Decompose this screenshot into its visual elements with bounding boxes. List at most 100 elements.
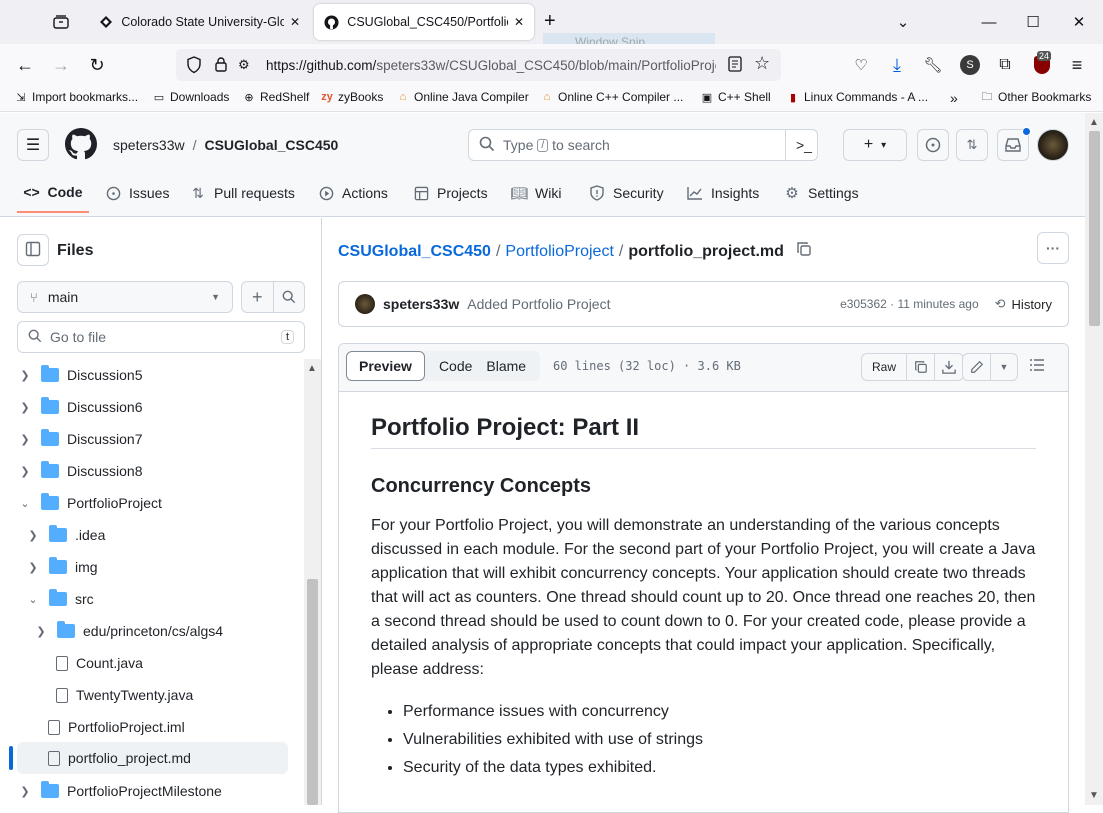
bookmark-item[interactable]: zy zyBooks [320, 90, 383, 104]
breadcrumb-dir-link[interactable]: PortfolioProject [505, 243, 614, 261]
scrollbar-thumb[interactable] [1089, 131, 1100, 326]
issues-icon[interactable] [917, 129, 949, 161]
permissions-icon[interactable]: ⚙ [238, 57, 250, 73]
bookmark-item[interactable]: ▮ Linux Commands - A ... [786, 90, 928, 104]
commit-message[interactable]: Added Portfolio Project [467, 296, 610, 312]
tab-wiki[interactable]: 📖︎ Wiki [510, 173, 561, 213]
tab-projects[interactable]: Projects [413, 173, 488, 213]
avatar[interactable] [1037, 129, 1069, 161]
search-input[interactable]: Type / to search >_ [468, 129, 818, 161]
reader-view-icon[interactable] [728, 56, 742, 75]
chevron-right-icon[interactable]: ❯ [17, 433, 33, 446]
owner-link[interactable]: speters33w [113, 137, 185, 153]
chevron-down-icon[interactable]: ⌄ [25, 593, 41, 606]
profile-avatar[interactable]: S [960, 55, 980, 75]
close-icon[interactable]: ✕ [508, 15, 524, 29]
chevron-right-icon[interactable]: ❯ [25, 561, 41, 574]
tab-settings[interactable]: ⚙ Settings [784, 173, 858, 213]
url-text[interactable]: https://github.com/speters33w/CSUGlobal_… [266, 58, 716, 73]
page-scrollbar[interactable]: ▲ ▼ [1085, 113, 1103, 805]
url-bar[interactable]: ⚙ https://github.com/speters33w/CSUGloba… [176, 49, 781, 81]
tree-folder-discussion8[interactable]: ❯ Discussion8 [17, 455, 142, 487]
bookmark-item[interactable]: ⇲ Import bookmarks... [14, 90, 138, 104]
history-button[interactable]: ⟲ History [995, 296, 1052, 312]
bookmark-item[interactable]: ⌂ Online Java Compiler [396, 90, 529, 104]
close-window-icon[interactable]: ✕ [1056, 0, 1102, 44]
minimize-icon[interactable]: — [966, 0, 1012, 44]
tab-github-portfolio[interactable]: CSUGlobal_CSC450/PortfolioProject ✕ [314, 4, 534, 40]
create-new-button[interactable]: + ▾ [843, 129, 907, 161]
add-file-button[interactable]: + [242, 282, 274, 312]
branch-selector[interactable]: ⑂ main ▼ [17, 281, 233, 313]
back-icon[interactable]: ← [10, 50, 40, 80]
scroll-up-icon[interactable]: ▲ [1089, 117, 1099, 128]
go-to-file-input[interactable]: Go to file t [17, 321, 305, 353]
pull-requests-icon[interactable]: ⇅ [956, 129, 988, 161]
sidebar-scrollbar[interactable]: ▲ [304, 359, 321, 805]
tab-actions[interactable]: Actions [318, 173, 388, 213]
chevron-right-icon[interactable]: ❯ [25, 529, 41, 542]
collapse-sidebar-button[interactable] [17, 234, 49, 266]
download-icon[interactable] [935, 354, 963, 380]
code-tab[interactable]: Code [425, 358, 486, 374]
chevron-down-icon[interactable]: ⌄ [17, 497, 33, 510]
list-all-tabs-icon[interactable]: ⌄ [880, 0, 926, 44]
repo-link[interactable]: CSUGlobal_CSC450 [204, 137, 338, 153]
chevron-right-icon[interactable]: ❯ [17, 785, 33, 798]
tree-file-count-java[interactable]: Count.java [46, 647, 143, 679]
caret-down-icon[interactable]: ▼ [991, 354, 1017, 380]
tree-folder-idea[interactable]: ❯ .idea [25, 519, 105, 551]
avatar[interactable] [355, 294, 375, 314]
new-tab-button[interactable]: + [544, 10, 556, 33]
copy-raw-icon[interactable] [907, 354, 936, 380]
tree-folder-img[interactable]: ❯ img [25, 551, 98, 583]
scrollbar-thumb[interactable] [307, 579, 318, 805]
scroll-up-icon[interactable]: ▲ [307, 363, 317, 374]
tab-pull-requests[interactable]: ⇅ Pull requests [190, 173, 295, 213]
bookmark-item[interactable]: ⌂ Online C++ Compiler ... [540, 90, 684, 104]
breadcrumb-repo-link[interactable]: CSUGlobal_CSC450 [338, 243, 491, 261]
raw-button[interactable]: Raw [862, 354, 908, 380]
edit-pencil-icon[interactable] [963, 354, 991, 380]
blame-tab[interactable]: Blame [486, 358, 540, 374]
tree-folder-algs4[interactable]: ❯ edu/princeton/cs/algs4 [33, 615, 223, 647]
maximize-icon[interactable]: ☐ [1010, 0, 1056, 44]
pocket-icon[interactable]: ♡ [846, 50, 876, 80]
tree-file-twentytwenty-java[interactable]: TwentyTwenty.java [46, 679, 193, 711]
shield-icon[interactable] [186, 56, 202, 77]
tree-file-portfolioproject-iml[interactable]: PortfolioProject.iml [38, 711, 185, 743]
outline-list-icon[interactable] [1029, 357, 1045, 376]
scroll-down-icon[interactable]: ▼ [1089, 790, 1099, 801]
reload-icon[interactable]: ↻ [82, 50, 112, 80]
tab-security[interactable]: Security [589, 173, 664, 213]
downloads-icon[interactable]: ⤓ [882, 50, 912, 80]
commit-author[interactable]: speters33w [383, 296, 459, 312]
close-icon[interactable]: ✕ [284, 15, 300, 29]
bookmark-item[interactable]: ⊕ RedShelf [242, 90, 309, 104]
extensions-icon[interactable]: ⧉ [990, 50, 1020, 80]
tab-insights[interactable]: Insights [687, 173, 759, 213]
github-logo-icon[interactable] [65, 128, 97, 163]
hamburger-menu-button[interactable]: ☰ [17, 129, 49, 161]
tree-folder-discussion7[interactable]: ❯ Discussion7 [17, 423, 142, 455]
bookmark-item[interactable]: 🗀︎ Other Bookmarks [980, 90, 1092, 104]
search-icon[interactable] [274, 282, 305, 312]
bookmark-item[interactable]: ▣ C++ Shell [700, 90, 771, 104]
bookmark-star-icon[interactable]: ☆ [754, 53, 770, 74]
bookmark-item[interactable]: ▭ Downloads [152, 90, 230, 104]
command-palette-icon[interactable]: >_ [785, 130, 817, 160]
tree-file-portfolio-project-md[interactable]: portfolio_project.md [17, 742, 288, 774]
tools-icon[interactable]: 🔧︎ [918, 50, 948, 80]
forward-icon[interactable]: → [46, 50, 76, 80]
preview-tab[interactable]: Preview [346, 351, 425, 381]
copy-path-icon[interactable] [796, 241, 812, 262]
chevron-right-icon[interactable]: ❯ [17, 465, 33, 478]
more-bookmarks-icon[interactable]: » [950, 90, 958, 106]
tab-code[interactable]: <> Code [17, 173, 89, 213]
chevron-right-icon[interactable]: ❯ [33, 625, 49, 638]
more-options-button[interactable]: ··· [1037, 232, 1069, 264]
tree-folder-portfolioproject[interactable]: ⌄ PortfolioProject [17, 487, 162, 519]
tab-csu-global[interactable]: Colorado State University-Global ✕ [88, 4, 310, 40]
tree-folder-discussion5[interactable]: ❯ Discussion5 [17, 359, 142, 391]
tree-folder-discussion6[interactable]: ❯ Discussion6 [17, 391, 142, 423]
